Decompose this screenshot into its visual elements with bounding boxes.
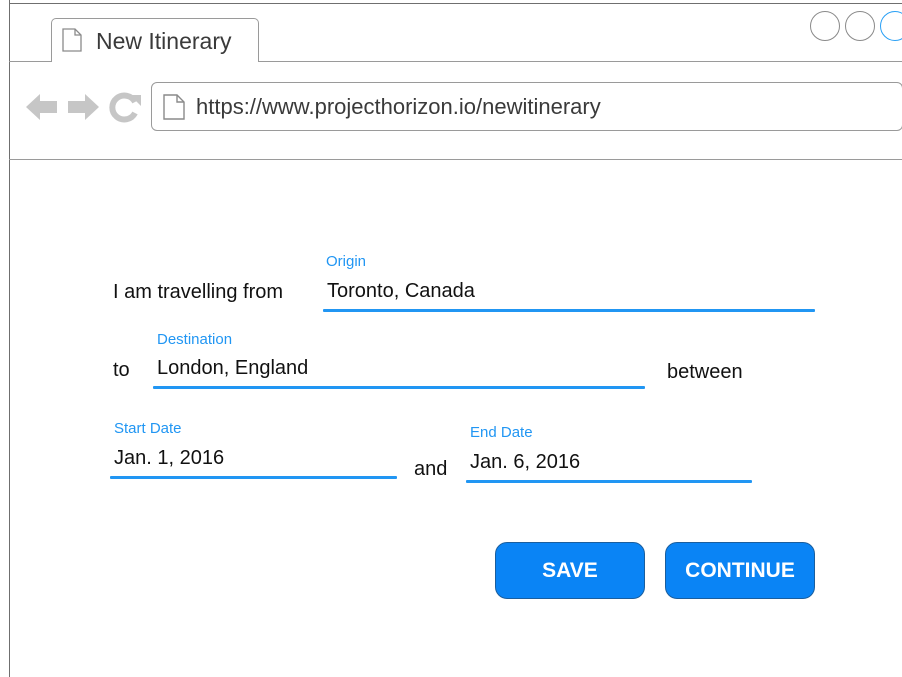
browser-tab[interactable]: New Itinerary [51, 18, 259, 62]
destination-label: Destination [157, 331, 233, 348]
start-date-label: Start Date [114, 420, 182, 437]
destination-input[interactable] [153, 354, 645, 382]
header-divider [9, 159, 902, 160]
window-border-top [9, 3, 902, 4]
to-text: to [113, 359, 130, 381]
origin-underline [323, 309, 815, 312]
between-text: between [667, 361, 743, 383]
end-date-label: End Date [470, 424, 533, 441]
window-control-circle-active[interactable] [880, 11, 902, 41]
forward-arrow-icon[interactable] [65, 91, 101, 123]
end-date-input[interactable] [466, 448, 752, 476]
window-control-circle[interactable] [810, 11, 840, 41]
tab-title: New Itinerary [96, 28, 232, 54]
back-arrow-icon[interactable] [24, 91, 60, 123]
reload-icon[interactable] [108, 90, 142, 124]
window-border-left [9, 0, 10, 677]
document-icon [163, 94, 185, 120]
url-text: https://www.projecthorizon.io/newitinera… [196, 94, 601, 119]
browser-window: New Itinerary https://www.projecthorizon… [0, 0, 902, 677]
and-text: and [414, 458, 448, 480]
start-date-underline [110, 476, 397, 479]
save-button[interactable]: SAVE [495, 542, 645, 599]
start-date-input[interactable] [110, 444, 397, 472]
tab-bar-divider-left [9, 61, 51, 62]
end-date-underline [466, 480, 752, 483]
origin-label: Origin [326, 253, 367, 270]
document-icon [62, 28, 82, 52]
window-control-circle[interactable] [845, 11, 875, 41]
address-bar[interactable]: https://www.projecthorizon.io/newitinera… [151, 82, 902, 131]
intro-text: I am travelling from [113, 281, 284, 303]
tab-bar-divider-right [259, 61, 902, 62]
destination-underline [153, 386, 645, 389]
continue-button[interactable]: CONTINUE [665, 542, 815, 599]
origin-input[interactable] [323, 277, 815, 305]
